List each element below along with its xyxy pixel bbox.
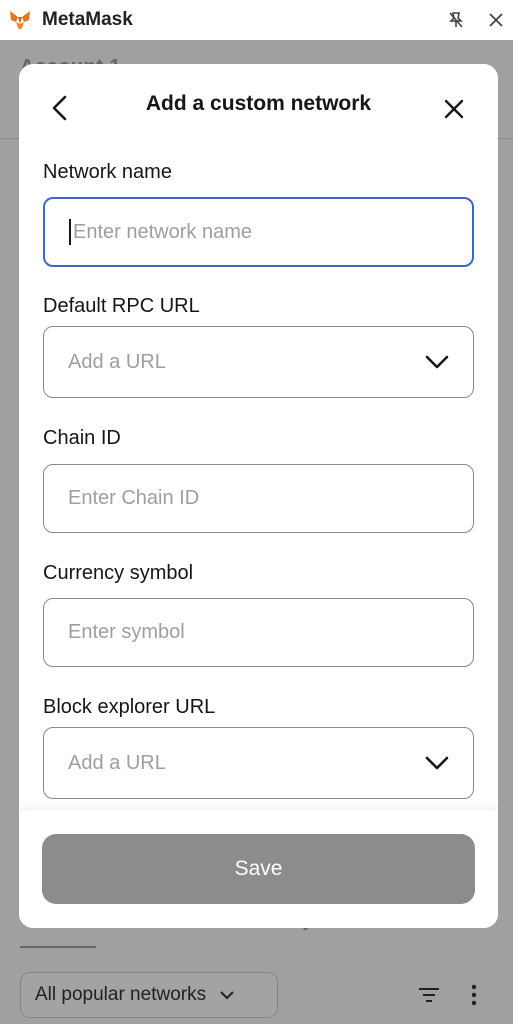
add-custom-network-modal: Add a custom network Network name Defaul… xyxy=(19,64,498,928)
network-name-input[interactable] xyxy=(73,220,448,244)
pin-off-icon[interactable] xyxy=(447,11,465,29)
modal-footer: Save xyxy=(19,810,498,928)
close-icon[interactable] xyxy=(487,11,505,29)
close-icon[interactable] xyxy=(443,98,465,120)
modal-header: Add a custom network xyxy=(19,64,498,150)
metamask-fox-icon xyxy=(10,11,30,30)
save-button[interactable]: Save xyxy=(42,834,475,904)
extension-titlebar: MetaMask xyxy=(0,0,513,40)
currency-symbol-label: Currency symbol xyxy=(43,562,194,584)
chevron-down-icon[interactable] xyxy=(425,355,449,369)
chain-id-field[interactable] xyxy=(43,464,474,533)
network-name-field[interactable] xyxy=(43,197,474,267)
rpc-url-input[interactable] xyxy=(68,350,425,374)
block-explorer-url-label: Block explorer URL xyxy=(43,696,216,718)
currency-symbol-field[interactable] xyxy=(43,598,474,667)
rpc-url-label: Default RPC URL xyxy=(43,295,200,317)
currency-symbol-input[interactable] xyxy=(68,621,449,644)
network-name-label: Network name xyxy=(43,161,172,183)
text-caret xyxy=(69,219,71,245)
chain-id-label: Chain ID xyxy=(43,427,121,449)
modal-title: Add a custom network xyxy=(145,92,372,115)
rpc-url-dropdown[interactable] xyxy=(43,326,474,398)
block-explorer-url-input[interactable] xyxy=(68,751,425,775)
block-explorer-url-dropdown[interactable] xyxy=(43,727,474,799)
chevron-down-icon[interactable] xyxy=(425,756,449,770)
chain-id-input[interactable] xyxy=(68,487,449,510)
app-title: MetaMask xyxy=(42,9,133,30)
